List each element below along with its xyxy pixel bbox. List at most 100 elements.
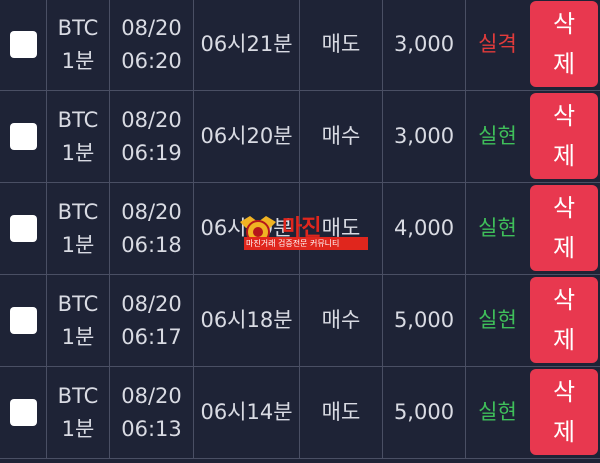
symbol-cell: BTC 1분 — [46, 0, 109, 90]
interval-text: 1분 — [61, 140, 95, 165]
order-time-cell: 08/20 06:20 — [109, 0, 193, 90]
symbol-text: BTC — [57, 291, 99, 316]
target-time-text: 06시18분 — [200, 308, 293, 332]
symbol-text: BTC — [57, 199, 99, 224]
symbol-text: BTC — [57, 383, 99, 408]
amount-cell: 5,000 — [382, 275, 465, 366]
order-date-text: 08/20 — [121, 107, 182, 132]
result-cell: 실격 — [465, 0, 529, 90]
order-time-cell: 08/20 06:13 — [109, 367, 193, 458]
row-checkbox[interactable] — [9, 123, 37, 150]
amount-cell: 3,000 — [382, 0, 465, 90]
side-cell: 매수 — [299, 91, 382, 182]
order-time-text: 06:13 — [121, 416, 182, 441]
delete-cell: 삭제 — [529, 275, 600, 366]
result-cell: 실현 — [465, 91, 529, 182]
delete-button[interactable]: 삭제 — [530, 277, 598, 363]
amount-text: 3,000 — [393, 32, 455, 56]
order-time-text: 06:20 — [121, 48, 182, 73]
delete-label-top: 삭 — [552, 10, 576, 38]
order-time-text: 06:19 — [121, 140, 182, 165]
delete-button[interactable]: 삭제 — [530, 93, 598, 179]
side-cell: 매수 — [299, 275, 382, 366]
target-time-cell: 06시14분 — [193, 367, 299, 458]
amount-text: 3,000 — [393, 124, 455, 148]
order-date-text: 08/20 — [121, 291, 182, 316]
delete-cell: 삭제 — [529, 367, 600, 458]
order-time-text: 06:18 — [121, 232, 182, 257]
result-text: 실현 — [478, 400, 517, 424]
order-date-text: 08/20 — [121, 199, 182, 224]
side-text: 매수 — [321, 124, 361, 148]
amount-cell: 3,000 — [382, 91, 465, 182]
symbol-cell: BTC 1분 — [46, 183, 109, 274]
delete-label-bottom: 제 — [552, 234, 576, 262]
order-date-text: 08/20 — [121, 15, 182, 40]
table-row: BTC 1분 08/20 06:17 06시18분 매수 5,000 실현 삭 제 — [0, 275, 600, 367]
symbol-text: BTC — [57, 15, 99, 40]
amount-cell: 5,000 — [382, 367, 465, 458]
delete-label-top: 삭 — [552, 102, 576, 130]
table-row: BTC 1분 08/20 06:18 06시19분 매도 4,000 실현 삭 제 — [0, 183, 600, 275]
interval-text: 1분 — [61, 48, 95, 73]
delete-button[interactable]: 삭제 — [530, 185, 598, 271]
delete-label-top: 삭 — [552, 378, 576, 406]
side-text: 매수 — [321, 308, 361, 332]
interval-text: 1분 — [61, 232, 95, 257]
side-cell: 매도 — [299, 367, 382, 458]
delete-label-bottom: 제 — [552, 50, 576, 78]
result-cell: 실현 — [465, 367, 529, 458]
order-date-text: 08/20 — [121, 383, 182, 408]
row-checkbox[interactable] — [9, 31, 37, 58]
row-checkbox[interactable] — [9, 399, 37, 426]
delete-cell: 삭제 — [529, 183, 600, 274]
target-time-cell: 06시20분 — [193, 91, 299, 182]
delete-cell: 삭제 — [529, 0, 600, 90]
result-text: 실격 — [478, 32, 517, 56]
delete-label-top: 삭 — [552, 286, 576, 314]
table-row: BTC 1분 08/20 06:20 06시21분 매도 3,000 실격 삭 제 — [0, 0, 600, 91]
side-text: 매도 — [321, 216, 361, 240]
row-checkbox[interactable] — [9, 215, 37, 242]
delete-label-bottom: 제 — [552, 326, 576, 354]
delete-button[interactable]: 삭제 — [530, 1, 598, 87]
order-time-cell: 08/20 06:17 — [109, 275, 193, 366]
result-cell: 실현 — [465, 183, 529, 274]
table-row: BTC 1분 08/20 06:13 06시14분 매도 5,000 실현 삭 제 — [0, 367, 600, 459]
order-time-text: 06:17 — [121, 324, 182, 349]
side-text: 매도 — [321, 400, 361, 424]
amount-text: 5,000 — [393, 308, 455, 332]
target-time-cell: 06시21분 — [193, 0, 299, 90]
target-time-text: 06시20분 — [200, 124, 293, 148]
delete-label-top: 삭 — [552, 194, 576, 222]
target-time-text: 06시21분 — [200, 32, 293, 56]
side-text: 매도 — [321, 32, 361, 56]
target-time-text: 06시14분 — [200, 400, 293, 424]
order-time-cell: 08/20 06:18 — [109, 183, 193, 274]
interval-text: 1분 — [61, 324, 95, 349]
symbol-cell: BTC 1분 — [46, 91, 109, 182]
side-cell: 매도 — [299, 0, 382, 90]
amount-text: 4,000 — [393, 216, 455, 240]
symbol-cell: BTC 1분 — [46, 367, 109, 458]
table-row: BTC 1분 08/20 06:19 06시20분 매수 3,000 실현 삭 제 — [0, 91, 600, 183]
result-text: 실현 — [478, 124, 517, 148]
result-text: 실현 — [478, 308, 517, 332]
row-select-cell — [0, 367, 46, 458]
order-time-cell: 08/20 06:19 — [109, 91, 193, 182]
interval-text: 1분 — [61, 416, 95, 441]
trade-history-list: BTC 1분 08/20 06:20 06시21분 매도 3,000 실격 삭 제 BTC 1분 08/… — [0, 0, 600, 463]
delete-button[interactable]: 삭제 — [530, 369, 598, 455]
delete-label-bottom: 제 — [552, 418, 576, 446]
symbol-cell: BTC 1분 — [46, 275, 109, 366]
row-checkbox[interactable] — [9, 307, 37, 334]
delete-label-bottom: 제 — [552, 142, 576, 170]
row-select-cell — [0, 183, 46, 274]
symbol-text: BTC — [57, 107, 99, 132]
amount-text: 5,000 — [393, 400, 455, 424]
result-cell: 실현 — [465, 275, 529, 366]
target-time-text: 06시19분 — [200, 216, 293, 240]
target-time-cell: 06시19분 — [193, 183, 299, 274]
row-select-cell — [0, 275, 46, 366]
row-select-cell — [0, 0, 46, 90]
